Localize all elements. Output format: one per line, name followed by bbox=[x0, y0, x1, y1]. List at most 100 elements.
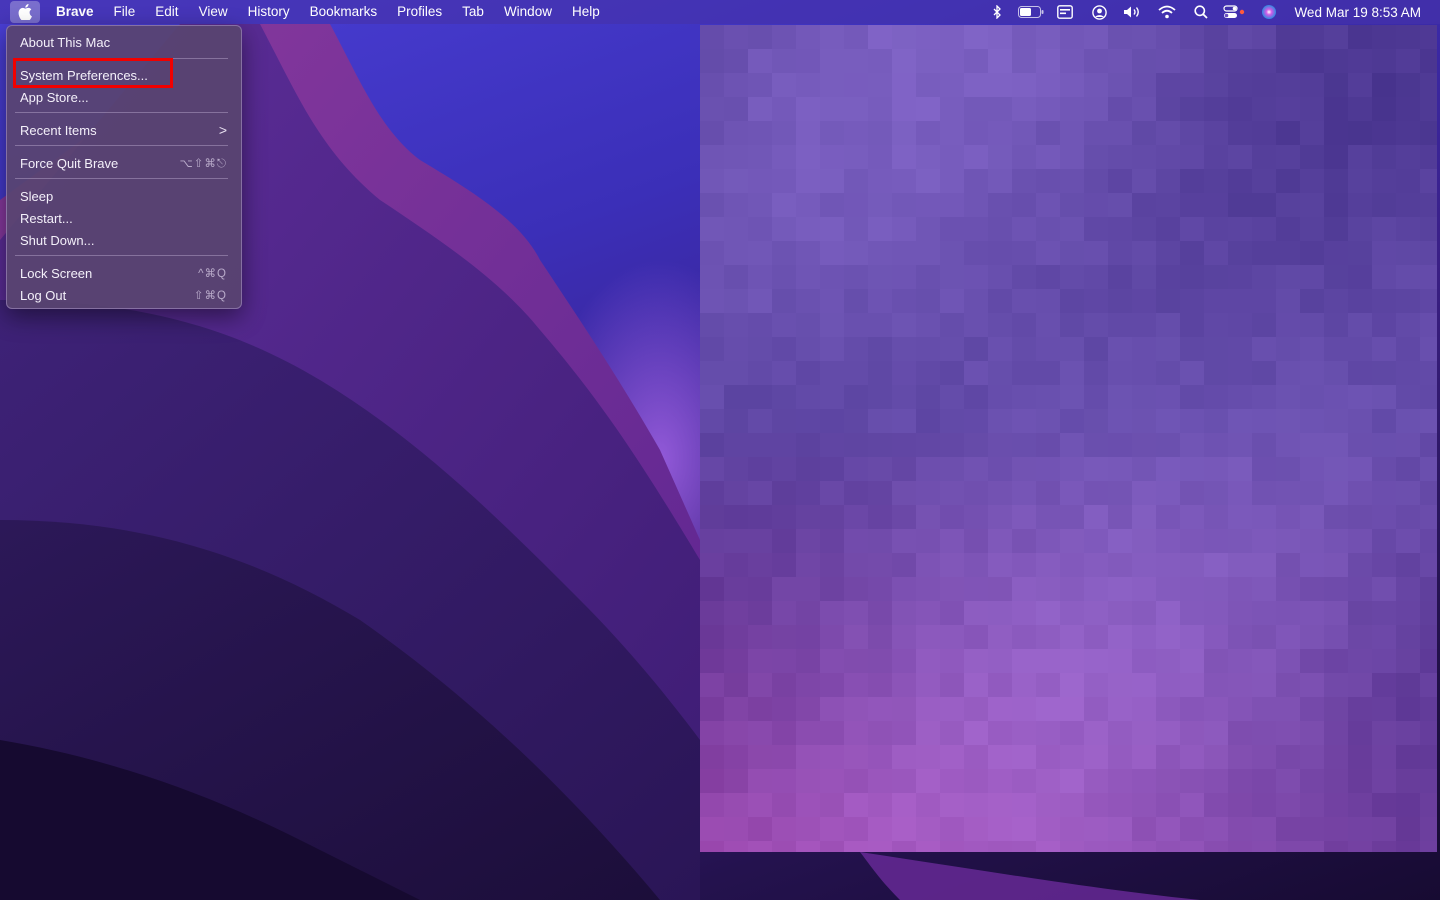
menu-edit[interactable]: Edit bbox=[145, 0, 188, 24]
mosaic-cell bbox=[868, 289, 892, 313]
menu-item-app-store[interactable]: App Store... bbox=[20, 87, 227, 107]
mosaic-cell bbox=[1300, 409, 1324, 433]
mosaic-cell bbox=[820, 697, 844, 721]
mosaic-cell bbox=[1420, 673, 1437, 697]
mosaic-cell bbox=[772, 817, 796, 841]
mosaic-cell bbox=[700, 529, 724, 553]
battery-icon[interactable] bbox=[1014, 0, 1048, 24]
mosaic-cell bbox=[1156, 169, 1180, 193]
mosaic-cell bbox=[1324, 313, 1348, 337]
mosaic-cell bbox=[1012, 817, 1036, 841]
mosaic-cell bbox=[1300, 169, 1324, 193]
mosaic-cell bbox=[940, 841, 964, 852]
mosaic-cell bbox=[844, 265, 868, 289]
mosaic-cell bbox=[1180, 577, 1204, 601]
menu-profiles[interactable]: Profiles bbox=[387, 0, 452, 24]
mosaic-cell bbox=[1228, 289, 1252, 313]
menu-item-force-quit[interactable]: Force Quit Brave ⌥⇧⌘⎋ bbox=[20, 153, 227, 173]
mosaic-cell bbox=[796, 145, 820, 169]
mosaic-cell bbox=[1420, 385, 1437, 409]
mosaic-cell bbox=[772, 433, 796, 457]
mosaic-cell bbox=[1204, 745, 1228, 769]
menu-item-restart[interactable]: Restart... bbox=[20, 208, 227, 228]
keyboard-input-icon[interactable] bbox=[1048, 0, 1082, 24]
mosaic-cell bbox=[1324, 193, 1348, 217]
mosaic-cell bbox=[1156, 841, 1180, 852]
mosaic-cell bbox=[940, 409, 964, 433]
mosaic-cell bbox=[1324, 145, 1348, 169]
mosaic-cell bbox=[916, 529, 940, 553]
mosaic-cell bbox=[1204, 193, 1228, 217]
mosaic-cell bbox=[1228, 649, 1252, 673]
mosaic-cell bbox=[1276, 553, 1300, 577]
menu-file[interactable]: File bbox=[104, 0, 146, 24]
mosaic-cell bbox=[916, 265, 940, 289]
mosaic-cell bbox=[1348, 265, 1372, 289]
mosaic-cell bbox=[1036, 169, 1060, 193]
menu-window[interactable]: Window bbox=[494, 0, 562, 24]
mosaic-cell bbox=[868, 817, 892, 841]
mosaic-cell bbox=[1276, 433, 1300, 457]
mosaic-cell bbox=[1012, 145, 1036, 169]
mosaic-cell bbox=[1036, 505, 1060, 529]
user-account-icon[interactable] bbox=[1082, 0, 1116, 24]
mosaic-cell bbox=[748, 505, 772, 529]
mosaic-cell bbox=[1036, 289, 1060, 313]
mosaic-cell bbox=[1396, 73, 1420, 97]
mosaic-cell bbox=[1180, 385, 1204, 409]
apple-menu-icon[interactable] bbox=[10, 1, 40, 23]
menu-item-shut-down[interactable]: Shut Down... bbox=[20, 230, 227, 250]
siri-icon[interactable] bbox=[1252, 0, 1286, 24]
mosaic-cell bbox=[940, 145, 964, 169]
mosaic-cell bbox=[1252, 361, 1276, 385]
wifi-icon[interactable] bbox=[1150, 0, 1184, 24]
mosaic-cell bbox=[1372, 697, 1396, 721]
mosaic-cell bbox=[988, 745, 1012, 769]
menu-item-sleep[interactable]: Sleep bbox=[20, 186, 227, 206]
mosaic-cell bbox=[1420, 409, 1437, 433]
mosaic-cell bbox=[1012, 337, 1036, 361]
menu-item-lock-screen[interactable]: Lock Screen ^⌘Q bbox=[20, 263, 227, 283]
volume-icon[interactable] bbox=[1116, 0, 1150, 24]
mosaic-cell bbox=[1132, 265, 1156, 289]
mosaic-cell bbox=[724, 265, 748, 289]
menu-item-recent-items[interactable]: Recent Items > bbox=[20, 120, 227, 140]
menu-app-brave[interactable]: Brave bbox=[46, 0, 104, 24]
mosaic-cell bbox=[820, 409, 844, 433]
menu-view[interactable]: View bbox=[189, 0, 238, 24]
mosaic-cell bbox=[1252, 697, 1276, 721]
menu-tab[interactable]: Tab bbox=[452, 0, 494, 24]
control-center-icon[interactable] bbox=[1218, 0, 1252, 24]
mosaic-cell bbox=[1228, 457, 1252, 481]
mosaic-cell bbox=[1372, 673, 1396, 697]
menu-help[interactable]: Help bbox=[562, 0, 610, 24]
mosaic-cell bbox=[1252, 457, 1276, 481]
mosaic-cell bbox=[1252, 769, 1276, 793]
mosaic-cell bbox=[1276, 73, 1300, 97]
mosaic-cell bbox=[844, 409, 868, 433]
mosaic-cell bbox=[868, 385, 892, 409]
menu-item-log-out[interactable]: Log Out ⇧⌘Q bbox=[20, 285, 227, 305]
mosaic-cell bbox=[820, 601, 844, 625]
menu-item-about-this-mac[interactable]: About This Mac bbox=[20, 32, 227, 52]
mosaic-cell bbox=[1276, 769, 1300, 793]
mosaic-cell bbox=[724, 457, 748, 481]
mosaic-cell bbox=[772, 169, 796, 193]
mosaic-cell bbox=[772, 121, 796, 145]
spotlight-search-icon[interactable] bbox=[1184, 0, 1218, 24]
mosaic-cell bbox=[1036, 793, 1060, 817]
mosaic-cell bbox=[1156, 361, 1180, 385]
mosaic-cell bbox=[1420, 97, 1437, 121]
menu-bookmarks[interactable]: Bookmarks bbox=[300, 0, 388, 24]
menu-bar-clock[interactable]: Wed Mar 19 8:53 AM bbox=[1286, 5, 1440, 20]
mosaic-cell bbox=[1132, 73, 1156, 97]
mosaic-cell bbox=[1084, 457, 1108, 481]
bluetooth-icon[interactable] bbox=[980, 0, 1014, 24]
mosaic-cell bbox=[1084, 145, 1108, 169]
menu-history[interactable]: History bbox=[238, 0, 300, 24]
mosaic-cell bbox=[700, 73, 724, 97]
menu-item-label: Lock Screen bbox=[20, 265, 93, 281]
mosaic-cell bbox=[1012, 505, 1036, 529]
mosaic-cell bbox=[1084, 601, 1108, 625]
annotation-highlight-box bbox=[13, 58, 173, 88]
